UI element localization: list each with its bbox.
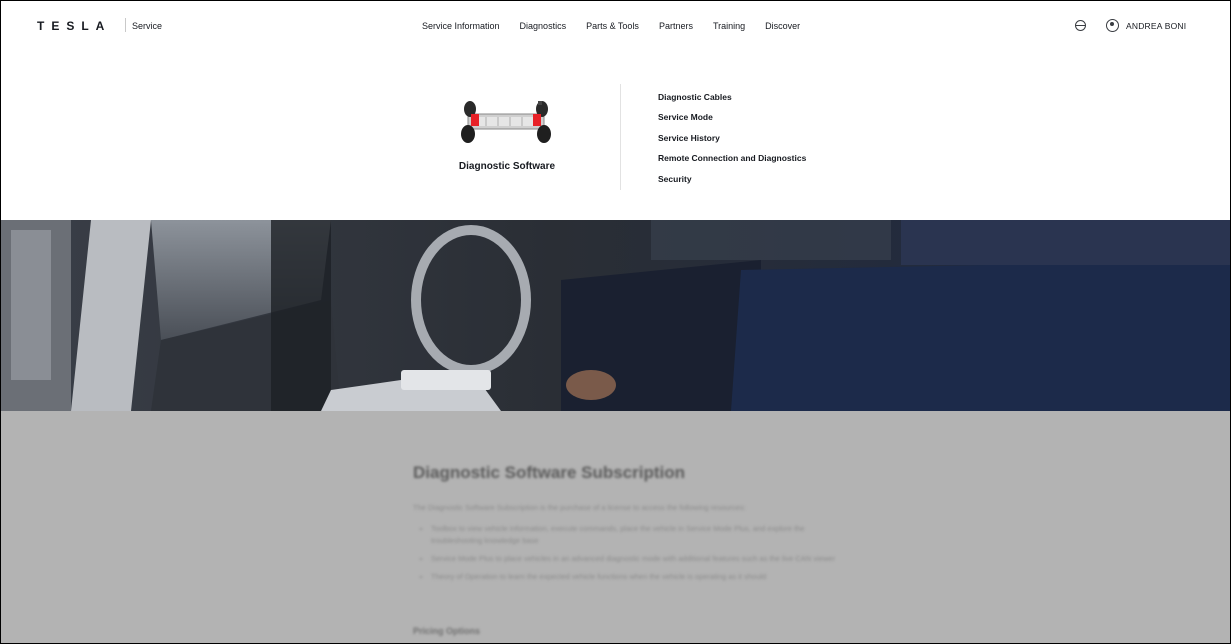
dropdown-divider (620, 84, 621, 190)
globe-icon[interactable] (1075, 20, 1086, 31)
page-content-overlay: Diagnostic Software Subscription The Dia… (1, 411, 1230, 643)
hero-photo-illustration (1, 220, 1230, 411)
diagnostics-dropdown: Diagnostic Software Diagnostic Cables Se… (1, 53, 1230, 220)
link-service-history[interactable]: Service History (658, 132, 806, 152)
list-item: Toolbox to view vehicle information, exe… (431, 523, 841, 547)
top-header: TESLA Service Service Information Diagno… (1, 1, 1230, 53)
main-nav: Service Information Diagnostics Parts & … (422, 21, 820, 31)
link-security[interactable]: Security (658, 173, 806, 193)
user-circle-icon (1106, 19, 1119, 32)
account-menu[interactable]: ANDREA BONI (1106, 19, 1186, 32)
intro-text: The Diagnostic Software Subscription is … (413, 503, 746, 512)
hero-image (1, 220, 1230, 411)
vehicle-chassis-image[interactable] (454, 97, 558, 147)
link-service-mode[interactable]: Service Mode (658, 111, 806, 131)
user-name: ANDREA BONI (1126, 20, 1187, 31)
feature-list: Toolbox to view vehicle information, exe… (419, 523, 841, 589)
tesla-logo[interactable]: TESLA (37, 19, 111, 33)
nav-parts-tools[interactable]: Parts & Tools (586, 21, 639, 31)
diagnostics-links: Diagnostic Cables Service Mode Service H… (658, 91, 806, 193)
diagnostic-software-title[interactable]: Diagnostic Software (443, 161, 571, 172)
nav-training[interactable]: Training (713, 21, 745, 31)
page-heading: Diagnostic Software Subscription (413, 463, 686, 482)
service-label[interactable]: Service (132, 21, 162, 31)
pricing-heading: Pricing Options (413, 626, 481, 636)
list-item: Theory of Operation to learn the expecte… (431, 571, 841, 583)
nav-discover[interactable]: Discover (765, 21, 800, 31)
link-diagnostic-cables[interactable]: Diagnostic Cables (658, 91, 806, 111)
nav-service-information[interactable]: Service Information (422, 21, 500, 31)
logo-divider (125, 18, 126, 32)
link-remote-connection[interactable]: Remote Connection and Diagnostics (658, 152, 806, 172)
nav-partners[interactable]: Partners (659, 21, 693, 31)
browser-page: TESLA Service Service Information Diagno… (0, 0, 1231, 644)
list-item: Service Mode Plus to place vehicles in a… (431, 553, 841, 565)
nav-diagnostics[interactable]: Diagnostics (520, 21, 567, 31)
